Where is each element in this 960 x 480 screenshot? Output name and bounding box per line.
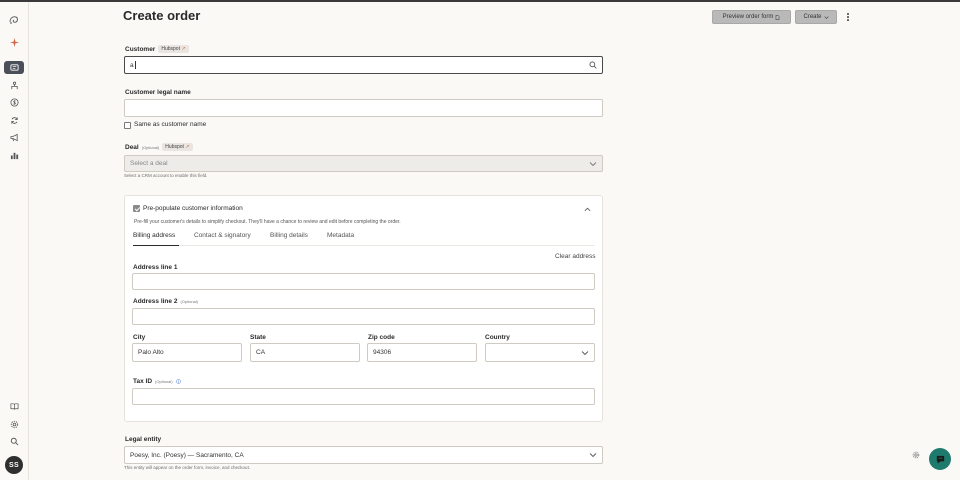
customer-input[interactable]: a: [124, 56, 603, 74]
country-select[interactable]: [485, 343, 595, 362]
hubspot-badge: Hubspot ↗: [158, 45, 189, 53]
address-line-1-input[interactable]: [132, 273, 595, 290]
preview-label: Preview order form: [722, 14, 774, 20]
deal-help-text: Select a CRM account to enable this fiel…: [124, 173, 208, 178]
dollar-icon[interactable]: [4, 96, 24, 109]
chevron-down-icon: [823, 15, 829, 19]
refresh-icon[interactable]: [4, 114, 24, 127]
tax-id-optional: (Optional): [155, 379, 173, 384]
zip-code-value: 94306: [373, 349, 392, 356]
more-options-icon[interactable]: [844, 11, 852, 23]
customer-label-text: Customer: [125, 45, 156, 53]
tax-id-label: Tax ID (Optional): [133, 378, 181, 385]
address-line-2-input[interactable]: [132, 308, 595, 325]
city-label: City: [133, 334, 146, 341]
tab-contact-signatory[interactable]: Contact & signatory: [194, 232, 251, 246]
customer-label: Customer Hubspot ↗: [125, 45, 189, 53]
prepopulate-label: Pre-populate customer information: [143, 205, 243, 212]
country-label: Country: [485, 334, 510, 341]
megaphone-icon[interactable]: [4, 131, 24, 144]
legal-entity-select[interactable]: Poesy, Inc. (Poesy) — Sacramento, CA: [124, 446, 603, 464]
legal-entity-value: Poesy, Inc. (Poesy) — Sacramento, CA: [130, 451, 244, 459]
chevron-down-icon: [581, 350, 589, 355]
chevron-down-icon: [589, 161, 597, 166]
address-line-2-label-text: Address line 2: [133, 298, 178, 305]
info-icon[interactable]: [175, 379, 181, 384]
deal-label: Deal (Optional) Hubspot ↗: [125, 143, 193, 151]
address-line-2-label: Address line 2 (Optional): [133, 298, 198, 305]
clear-address-link[interactable]: Clear address: [555, 253, 595, 260]
external-link-icon: ↗: [181, 46, 186, 52]
address-line-1-label: Address line 1: [133, 264, 178, 271]
prepopulate-description: Pre-fill your customer's details to simp…: [134, 219, 401, 225]
bar-chart-icon[interactable]: [4, 149, 24, 162]
orders-icon[interactable]: [4, 61, 24, 74]
city-input[interactable]: Palo Alto: [132, 343, 242, 362]
logo-icon[interactable]: [4, 13, 24, 26]
customer-legal-name-label: Customer legal name: [125, 89, 191, 96]
tab-billing-details[interactable]: Billing details: [270, 232, 308, 246]
book-icon[interactable]: [4, 400, 24, 413]
customer-input-value: a: [130, 61, 134, 69]
chevron-down-icon: [589, 453, 597, 458]
deal-placeholder: Select a deal: [130, 160, 168, 167]
same-as-customer-label: Same as customer name: [134, 121, 207, 128]
address-line-2-optional: (Optional): [180, 299, 198, 304]
deal-optional: (Optional): [141, 144, 160, 150]
settings-icon[interactable]: [912, 451, 920, 459]
tab-metadata[interactable]: Metadata: [327, 232, 354, 246]
search-icon[interactable]: [4, 435, 24, 448]
customer-legal-name-input[interactable]: [124, 99, 603, 117]
preview-order-form-button[interactable]: Preview order form: [712, 10, 791, 24]
state-input[interactable]: CA: [250, 343, 360, 362]
zip-code-input[interactable]: 94306: [367, 343, 477, 362]
chat-icon: [936, 455, 944, 464]
avatar[interactable]: SS: [5, 456, 23, 474]
search-icon[interactable]: [589, 61, 597, 69]
zip-code-label: Zip code: [368, 334, 395, 341]
sidebar: SS: [0, 2, 29, 480]
legal-entity-label: Legal entity: [125, 436, 162, 443]
same-as-customer-checkbox[interactable]: [124, 122, 131, 129]
deal-select[interactable]: Select a deal: [124, 155, 603, 172]
tab-billing-address[interactable]: Billing address: [133, 232, 179, 246]
top-bar-line: [0, 0, 960, 2]
sparkle-icon[interactable]: [4, 36, 24, 49]
hubspot-badge-text: Hubspot: [161, 46, 180, 52]
create-label: Create: [803, 14, 822, 20]
create-button[interactable]: Create: [795, 10, 837, 24]
hubspot-badge: Hubspot ↗: [162, 143, 193, 151]
state-value: CA: [256, 349, 266, 356]
document-icon: [776, 14, 780, 20]
legal-entity-help-text: This entity will appear on the order for…: [124, 465, 251, 470]
chat-support-button[interactable]: [929, 448, 951, 470]
prepopulate-checkbox[interactable]: [133, 205, 140, 212]
deal-label-text: Deal: [125, 143, 139, 151]
page-title: Create order: [123, 8, 201, 23]
external-link-icon: ↗: [185, 144, 190, 150]
state-label: State: [250, 334, 266, 341]
tax-id-input[interactable]: [132, 388, 595, 405]
tax-id-label-text: Tax ID: [133, 378, 153, 385]
city-value: Palo Alto: [138, 349, 164, 356]
settings-icon[interactable]: [4, 418, 24, 431]
team-icon[interactable]: [4, 79, 24, 92]
chevron-up-icon[interactable]: [584, 206, 591, 213]
hubspot-badge-text: Hubspot: [165, 144, 184, 150]
